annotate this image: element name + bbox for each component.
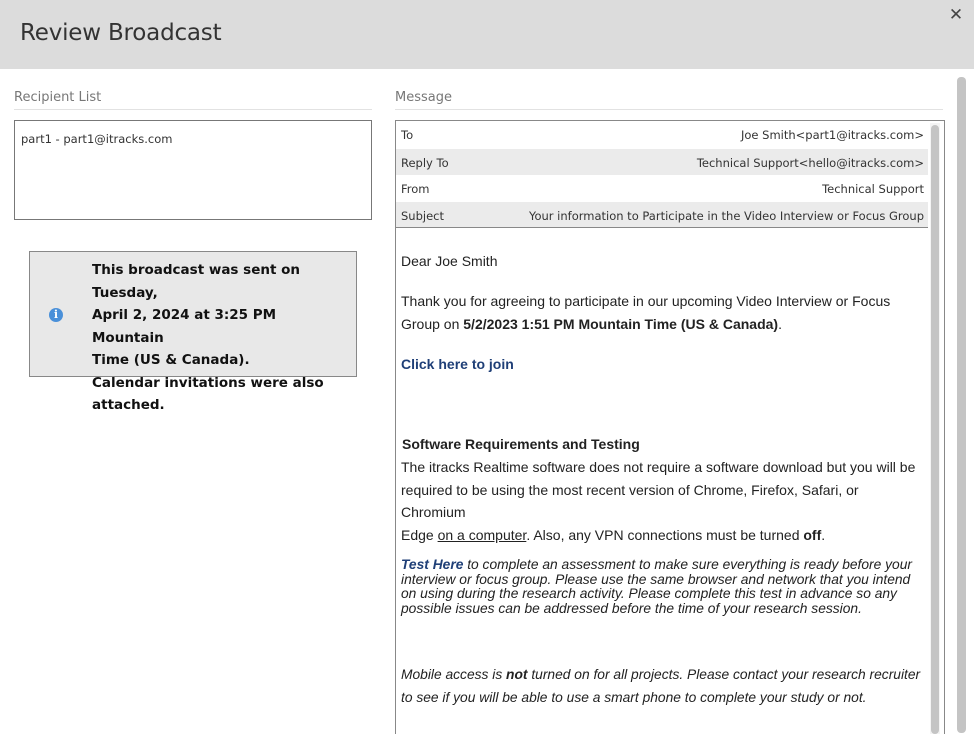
reply-to-value: Technical Support<hello@itracks.com>: [696, 156, 924, 170]
reply-to-label: Reply To: [401, 156, 449, 170]
recipient-list-box[interactable]: part1 - part1@itracks.com: [14, 120, 372, 220]
subject-value: Your information to Participate in the V…: [528, 209, 924, 223]
on-a-computer-link[interactable]: on a computer: [438, 527, 527, 543]
close-icon[interactable]: ✕: [946, 4, 966, 26]
info-line: attached.: [92, 397, 165, 413]
broadcast-info-text: This broadcast was sent on Tuesday, Apri…: [92, 259, 348, 417]
software-text: .: [821, 526, 826, 543]
thanks-text: .: [778, 315, 782, 332]
dialog-scrollbar-thumb[interactable]: [957, 77, 966, 733]
header-row-subject: Subject Your information to Participate …: [396, 202, 928, 228]
mobile-text: to see if you will be able to use a smar…: [401, 690, 867, 705]
software-requirements-heading: Software Requirements and Testing: [402, 436, 640, 452]
info-line: This broadcast was sent on Tuesday,: [92, 262, 301, 301]
software-line: The itracks Realtime software does not r…: [401, 459, 916, 475]
test-text: on using during the research activity. P…: [401, 586, 897, 601]
info-icon: i: [49, 308, 63, 322]
test-paragraph: Test Here to complete an assessment to m…: [401, 557, 912, 616]
recipient-list-divider: [14, 109, 372, 110]
test-here-link[interactable]: Test Here: [401, 557, 463, 572]
from-label: From: [401, 182, 430, 196]
thanks-text: Group on: [401, 315, 464, 332]
vpn-off-text: off: [803, 526, 822, 543]
message-preview[interactable]: To Joe Smith<part1@itracks.com> Reply To…: [395, 120, 945, 734]
to-value: Joe Smith<part1@itracks.com>: [741, 128, 924, 142]
join-link[interactable]: Click here to join: [401, 353, 514, 376]
software-line: required to be using the most recent ver…: [401, 481, 859, 521]
subject-label: Subject: [401, 209, 444, 223]
info-line: Calendar invitations were also: [92, 374, 324, 391]
header-row-from: From Technical Support: [396, 175, 928, 201]
broadcast-info-notice: i This broadcast was sent on Tuesday, Ap…: [29, 251, 357, 413]
test-text: to complete an assessment to make sure e…: [463, 557, 912, 572]
greeting: Dear Joe Smith: [401, 253, 498, 269]
mobile-text: Mobile access is: [401, 667, 507, 682]
session-datetime: 5/2/2023 1:51 PM Mountain Time (US & Can…: [463, 315, 779, 332]
header-row-to: To Joe Smith<part1@itracks.com>: [396, 121, 928, 147]
info-line: Time (US & Canada).: [92, 352, 250, 368]
recipient-list-label: Recipient List: [14, 90, 102, 105]
test-text: possible issues can be addressed before …: [401, 600, 862, 616]
software-paragraph: The itracks Realtime software does not r…: [401, 456, 926, 546]
from-value: Technical Support: [822, 182, 924, 196]
message-divider: [395, 109, 943, 110]
header-row-reply-to: Reply To Technical Support<hello@itracks…: [396, 149, 928, 175]
software-text: . Also, any VPN connections must be turn…: [526, 526, 804, 543]
thanks-line: Thank you for agreeing to participate in…: [401, 293, 891, 309]
mobile-not-text: not: [506, 667, 528, 682]
message-scrollbar-thumb[interactable]: [931, 125, 939, 734]
header-divider: [396, 227, 928, 228]
recipient-item[interactable]: part1 - part1@itracks.com: [21, 132, 172, 146]
dialog-header: Review Broadcast: [0, 0, 974, 69]
message-label: Message: [395, 90, 452, 105]
mobile-paragraph: Mobile access is not turned on for all p…: [401, 663, 920, 709]
dialog-title: Review Broadcast: [20, 20, 222, 46]
thanks-paragraph: Thank you for agreeing to participate in…: [401, 290, 890, 335]
info-line: April 2, 2024 at 3:25 PM Mountain: [92, 307, 277, 346]
mobile-text: turned on for all projects. Please conta…: [527, 667, 921, 682]
to-label: To: [401, 128, 414, 142]
test-text: interview or focus group. Please use the…: [401, 571, 911, 587]
software-text: Edge: [401, 526, 438, 543]
